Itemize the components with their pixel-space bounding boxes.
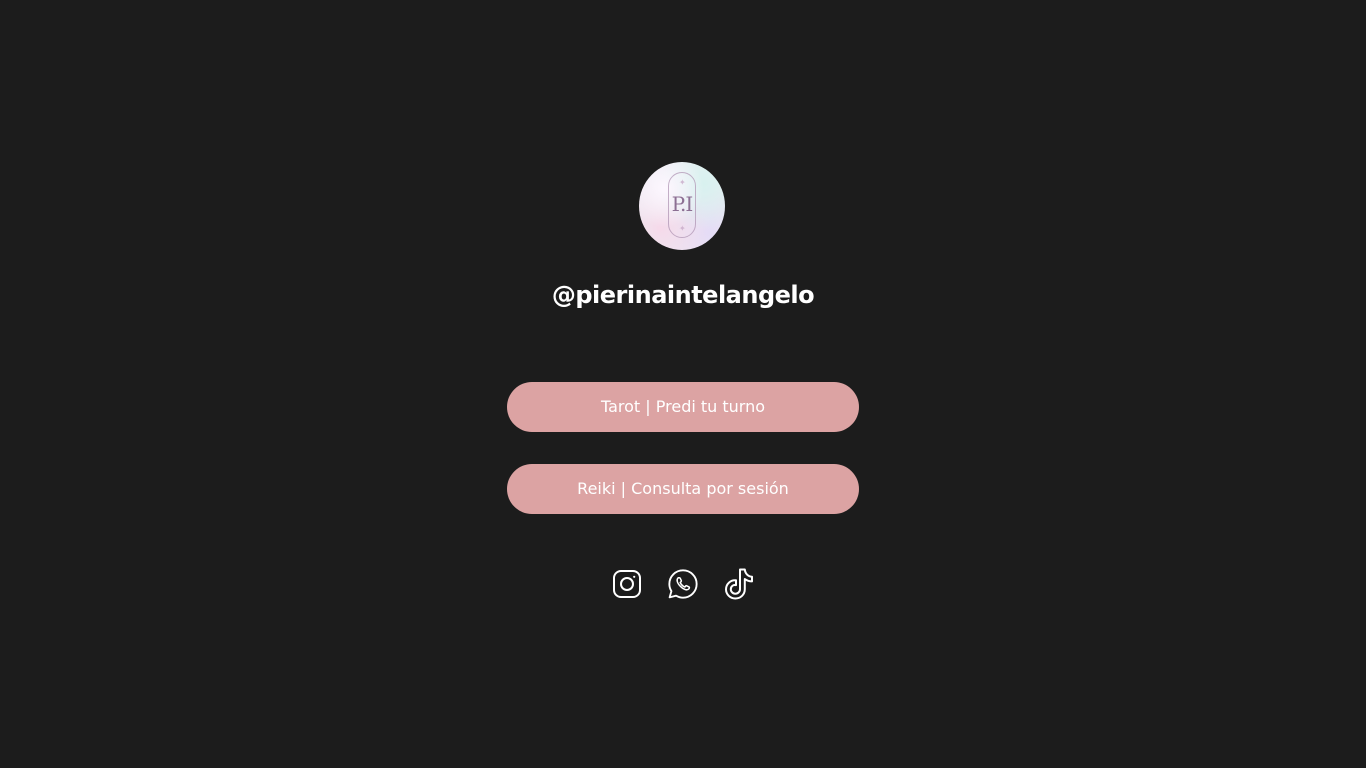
social-links	[0, 566, 1366, 602]
avatar-monogram: P.I	[671, 192, 694, 216]
tarot-link-button[interactable]: Tarot | Predi tu turno	[507, 382, 859, 432]
tiktok-icon[interactable]	[723, 566, 755, 602]
instagram-icon[interactable]	[611, 566, 643, 602]
sparkle-icon: ✦	[679, 178, 686, 187]
avatar: ✦ ✦ P.I	[639, 162, 725, 250]
reiki-link-button[interactable]: Reiki | Consulta por sesión	[507, 464, 859, 514]
profile-handle: @pierinaintelangelo	[551, 281, 815, 309]
sparkle-icon: ✦	[679, 224, 686, 233]
whatsapp-icon[interactable]	[667, 566, 699, 602]
link-page: ✦ ✦ P.I @pierinaintelangelo Tarot | Pred…	[0, 0, 1366, 768]
